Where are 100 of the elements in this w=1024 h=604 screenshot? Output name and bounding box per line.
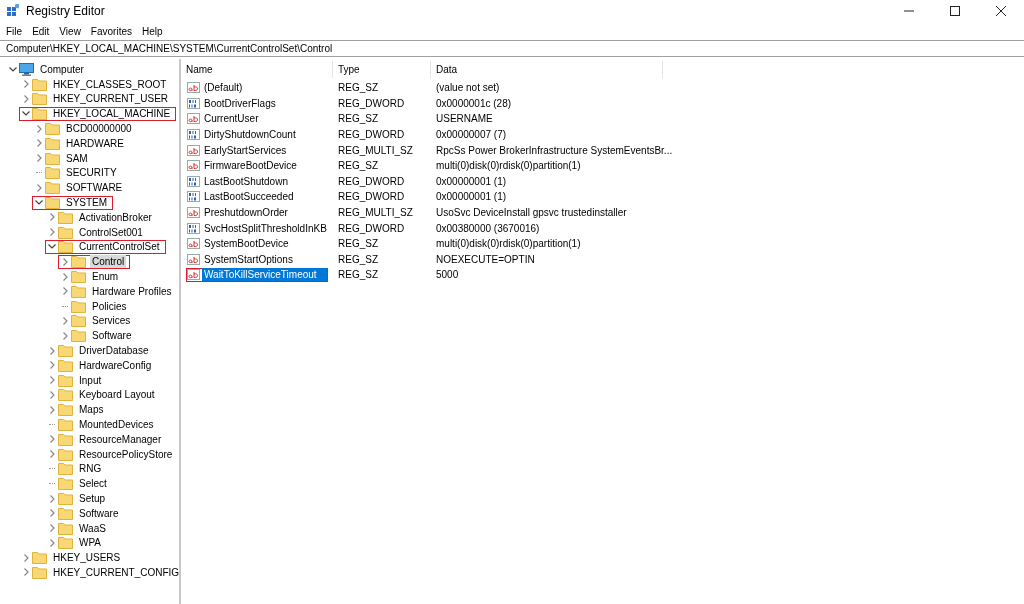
expand-chevron-icon[interactable]: [49, 213, 55, 222]
collapse-chevron-icon[interactable]: [48, 244, 56, 250]
expand-chevron-icon[interactable]: [23, 80, 29, 89]
tree-item[interactable]: WPA: [45, 535, 108, 550]
expand-chevron-icon[interactable]: [49, 494, 55, 503]
value-name-cell[interactable]: SvcHostSplitThresholdInKB: [186, 221, 330, 236]
tree-item[interactable]: Software: [58, 328, 138, 343]
tree-item[interactable]: RNG: [45, 461, 108, 476]
menu-item[interactable]: Favorites: [85, 25, 137, 37]
menu-item[interactable]: Edit: [27, 25, 55, 37]
tree-item[interactable]: SAM: [32, 151, 94, 166]
tree-item[interactable]: Hardware Profiles: [58, 284, 178, 299]
menu-item[interactable]: File: [1, 25, 28, 37]
tree-item[interactable]: HKEY_CURRENT_USER: [19, 92, 175, 106]
column-header[interactable]: Type: [333, 61, 431, 78]
tree-item[interactable]: Input: [45, 373, 108, 388]
tree-item[interactable]: DriverDatabase: [45, 343, 155, 358]
expand-chevron-icon[interactable]: [49, 361, 55, 370]
tree-item[interactable]: Keyboard Layout: [45, 387, 161, 402]
tree-item[interactable]: HKEY_CURRENT_CONFIG: [19, 565, 186, 580]
column-header[interactable]: Name: [181, 61, 333, 78]
expand-chevron-icon[interactable]: [49, 228, 55, 237]
folder-icon: [58, 536, 73, 550]
tree-item[interactable]: CurrentControlSet: [45, 239, 166, 254]
expand-chevron-icon[interactable]: [62, 287, 68, 296]
value-name-cell[interactable]: SystemStartOptions: [186, 252, 296, 267]
value-name-cell[interactable]: FirmwareBootDevice: [186, 158, 300, 173]
expand-chevron-icon[interactable]: [49, 435, 55, 444]
expand-chevron-icon[interactable]: [49, 405, 55, 414]
column-header[interactable]: Data: [431, 61, 663, 78]
value-name-cell[interactable]: WaitToKillServiceTimeout: [186, 267, 328, 282]
expand-chevron-icon[interactable]: [36, 154, 42, 163]
value-name-cell[interactable]: LastBootShutdown: [186, 174, 291, 189]
expand-chevron-icon[interactable]: [23, 553, 29, 562]
tree-item[interactable]: Select: [45, 476, 113, 491]
tree-item[interactable]: WaaS: [45, 521, 112, 536]
value-data: 0x00000007 (7): [435, 129, 507, 141]
tree-item[interactable]: SOFTWARE: [32, 180, 129, 195]
tree-item-label: Enum: [91, 270, 120, 284]
value-name-cell[interactable]: PreshutdownOrder: [186, 205, 291, 220]
expand-chevron-icon[interactable]: [36, 139, 42, 148]
value-name-cell[interactable]: DirtyShutdownCount: [186, 127, 299, 142]
tree-item[interactable]: Software: [45, 506, 125, 521]
expand-chevron-icon[interactable]: [23, 568, 29, 577]
expand-chevron-icon[interactable]: [49, 524, 55, 533]
folder-icon: [45, 166, 60, 180]
expand-chevron-icon[interactable]: [49, 390, 55, 399]
tree-item[interactable]: MountedDevices: [45, 417, 160, 432]
value-name-cell[interactable]: LastBootSucceeded: [186, 189, 297, 204]
tree-item[interactable]: Services: [58, 313, 137, 328]
computer-icon: [19, 62, 34, 76]
collapse-chevron-icon[interactable]: [9, 66, 17, 72]
maximize-icon[interactable]: [950, 6, 960, 16]
value-data: 0x0000001c (28): [435, 97, 512, 109]
tree-item-label: Maps: [78, 403, 105, 417]
tree-item[interactable]: ResourcePolicyStore: [45, 447, 179, 462]
expand-chevron-icon[interactable]: [23, 95, 29, 103]
expand-chevron-icon[interactable]: [49, 450, 55, 459]
value-name-cell[interactable]: SystemBootDevice: [186, 236, 292, 251]
expand-chevron-icon[interactable]: [49, 376, 55, 385]
tree-item[interactable]: ControlSet001: [45, 225, 149, 240]
value-name-cell[interactable]: (Default): [186, 80, 246, 95]
tree-item-label: HardwareConfig: [78, 358, 153, 372]
expand-chevron-icon[interactable]: [49, 346, 55, 355]
expand-chevron-icon[interactable]: [62, 272, 68, 281]
value-name-cell[interactable]: EarlyStartServices: [186, 143, 290, 158]
tree-item[interactable]: HKEY_USERS: [19, 550, 127, 565]
expand-chevron-icon[interactable]: [62, 316, 68, 325]
tree-item-label: Control: [90, 255, 127, 269]
tree-item[interactable]: Maps: [45, 402, 110, 417]
expand-chevron-icon[interactable]: [62, 331, 68, 340]
collapse-chevron-icon[interactable]: [35, 200, 43, 206]
address-bar[interactable]: Computer\HKEY_LOCAL_MACHINE\SYSTEM\CurrentControlSet\Control: [0, 40, 1024, 57]
tree-item[interactable]: SECURITY: [32, 165, 123, 180]
close-icon[interactable]: [996, 6, 1006, 16]
folder-icon: [45, 136, 60, 150]
expand-chevron-icon[interactable]: [62, 257, 68, 266]
tree-item[interactable]: SYSTEM: [32, 195, 114, 210]
tree-item[interactable]: HARDWARE: [32, 136, 130, 151]
expand-chevron-icon[interactable]: [49, 509, 55, 518]
tree-item[interactable]: Computer: [6, 62, 90, 77]
tree-item[interactable]: ResourceManager: [45, 432, 168, 447]
menu-item[interactable]: View: [54, 25, 86, 37]
value-name: SvcHostSplitThresholdInKB: [203, 221, 328, 235]
menu-item[interactable]: Help: [137, 25, 168, 37]
tree-item[interactable]: Setup: [45, 491, 112, 506]
tree-item[interactable]: Policies: [58, 299, 133, 314]
collapse-chevron-icon[interactable]: [22, 111, 30, 117]
tree-item[interactable]: Enum: [58, 269, 125, 284]
expand-chevron-icon[interactable]: [36, 124, 42, 133]
tree-item[interactable]: ActivationBroker: [45, 210, 158, 225]
tree-item[interactable]: HKEY_LOCAL_MACHINE: [19, 106, 177, 121]
tree-item[interactable]: Control: [58, 254, 131, 269]
expand-chevron-icon[interactable]: [49, 538, 55, 547]
tree-item[interactable]: BCD00000000: [32, 121, 138, 136]
tree-item[interactable]: HKEY_CLASSES_ROOT: [19, 77, 173, 92]
value-name-cell[interactable]: BootDriverFlags: [186, 96, 279, 111]
expand-chevron-icon[interactable]: [36, 183, 42, 192]
value-name-cell[interactable]: CurrentUser: [186, 112, 262, 126]
tree-item[interactable]: HardwareConfig: [45, 358, 158, 373]
